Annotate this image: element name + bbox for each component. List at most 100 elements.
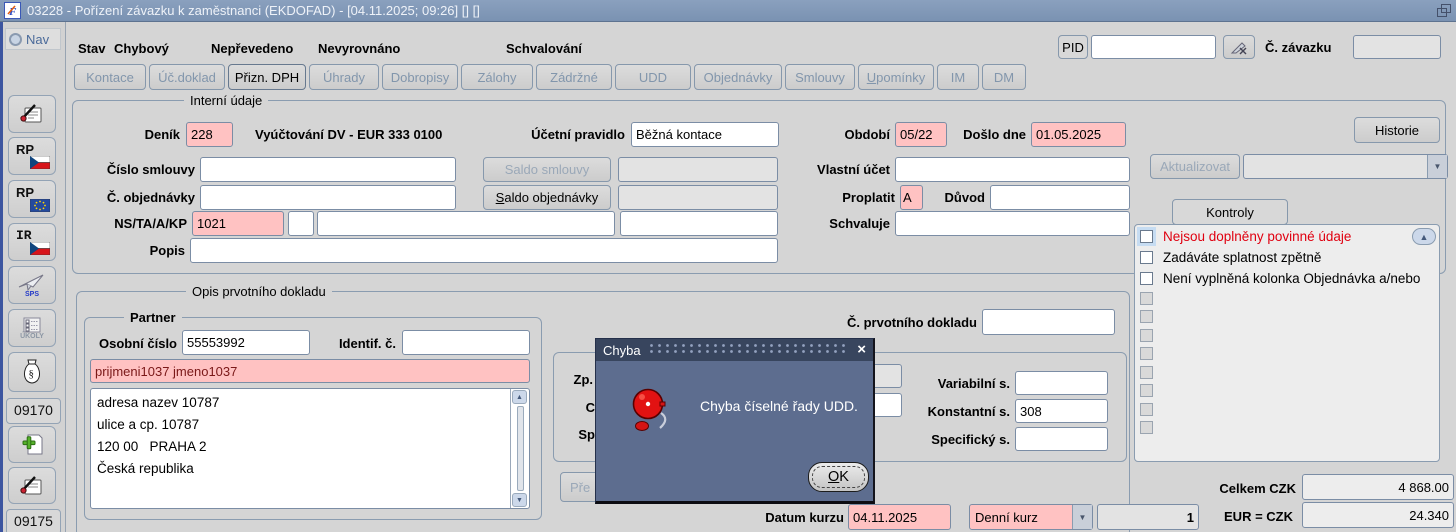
- sps-label: SPS: [24, 290, 39, 298]
- vlastni-ucet-label: Vlastní účet: [817, 162, 890, 177]
- tab-zalohy[interactable]: Zálohy: [461, 64, 533, 90]
- c-objednavky-label: Č. objednávky: [106, 190, 195, 205]
- close-icon[interactable]: ×: [857, 342, 866, 357]
- schvaluje-input[interactable]: [895, 211, 1130, 236]
- proplatit-input[interactable]: [900, 185, 923, 210]
- denik-input[interactable]: [186, 122, 233, 147]
- popis-input[interactable]: [190, 238, 778, 263]
- duvod-input[interactable]: [990, 185, 1130, 210]
- sidebar-rp-eu-button[interactable]: RP: [8, 180, 56, 218]
- saldo-objednavky-button[interactable]: Saldo objednávky: [483, 185, 611, 210]
- variabilni-input[interactable]: [1015, 371, 1108, 395]
- ns-input-2[interactable]: [288, 211, 314, 236]
- vlastni-ucet-input[interactable]: [895, 157, 1130, 182]
- historie-button[interactable]: Historie: [1354, 117, 1440, 143]
- c-objednavky-input[interactable]: [200, 185, 456, 210]
- popis-label: Popis: [149, 243, 185, 258]
- datum-kurzu-input[interactable]: [848, 504, 951, 530]
- tab-uc-doklad[interactable]: Úč.doklad: [149, 64, 225, 90]
- up-arrow-icon: ▲: [516, 394, 523, 401]
- ir-label: IR: [16, 227, 32, 243]
- c-prvotniho-input[interactable]: [982, 309, 1115, 335]
- denik-label: Deník: [144, 127, 180, 142]
- partner-legend: Partner: [124, 310, 182, 325]
- kontroly-header: Kontroly: [1172, 199, 1288, 225]
- zavazek-input: [1353, 35, 1441, 59]
- saldo-objednavky-value: [618, 185, 778, 210]
- osobni-cislo-label: Osobní číslo: [98, 336, 177, 351]
- identif-input[interactable]: [402, 330, 530, 355]
- restore-window-icon[interactable]: [1437, 4, 1451, 17]
- dialog-title-texture: [649, 344, 849, 356]
- ns-label: NS/TA/A/KP: [114, 216, 187, 231]
- czech-flag-icon: [30, 155, 50, 169]
- interni-udaje-legend: Interní údaje: [184, 93, 269, 108]
- sidebar-edit-document-button[interactable]: [8, 467, 56, 504]
- scroll-down-button[interactable]: ▼: [512, 493, 527, 507]
- obdobi-input[interactable]: [895, 122, 947, 147]
- eur-czk-value: [1302, 502, 1454, 528]
- sidebar-code-bottom[interactable]: 09175: [6, 509, 61, 532]
- sidebar-moneybag-button[interactable]: §: [8, 352, 56, 392]
- kontroly-checkbox-empty: [1140, 384, 1153, 397]
- sidebar-ir-cz-button[interactable]: IR: [8, 223, 56, 261]
- tab-dm[interactable]: DM: [982, 64, 1026, 90]
- schvaluje-label: Schvaluje: [829, 216, 890, 231]
- nav-toggle[interactable]: Nav: [5, 28, 61, 50]
- sidebar-note-pen-button[interactable]: [8, 95, 56, 133]
- kontroly-checkbox-2[interactable]: [1140, 251, 1153, 264]
- sidebar-ukoly-button[interactable]: ÚKOLY: [8, 309, 56, 347]
- stav-label: Stav: [78, 41, 106, 56]
- partner-name-input[interactable]: [90, 359, 530, 383]
- error-dialog-titlebar[interactable]: Chyba ×: [596, 339, 873, 361]
- tab-kontace[interactable]: Kontace: [74, 64, 146, 90]
- osobni-cislo-input[interactable]: [182, 330, 310, 355]
- sidebar-code-top[interactable]: 09170: [6, 398, 61, 424]
- tab-uhrady[interactable]: Úhrady: [309, 64, 379, 90]
- tab-dobropisy[interactable]: Dobropisy: [382, 64, 458, 90]
- chevron-down-icon: ▼: [1072, 505, 1092, 529]
- ns-input-4[interactable]: [620, 211, 778, 236]
- sidebar-add-document-button[interactable]: [8, 426, 56, 463]
- konstantni-input[interactable]: [1015, 399, 1108, 423]
- kontroly-checkbox-1[interactable]: [1140, 230, 1153, 243]
- kontroly-checkbox-empty: [1140, 421, 1153, 434]
- chevron-down-icon: ▼: [1427, 155, 1447, 178]
- kontroly-checkbox-empty: [1140, 403, 1153, 416]
- ok-button[interactable]: OK: [808, 462, 869, 492]
- tab-smlouvy[interactable]: Smlouvy: [785, 64, 855, 90]
- ns-input-1[interactable]: [192, 211, 284, 236]
- partner-address-text: adresa nazev 10787 ulice a cp. 10787 120…: [97, 395, 220, 476]
- pid-clear-button[interactable]: [1223, 35, 1255, 59]
- specificky-input[interactable]: [1015, 427, 1108, 451]
- partner-address-box[interactable]: adresa nazev 10787 ulice a cp. 10787 120…: [90, 388, 530, 509]
- kontroly-scroll-up-button[interactable]: ▲: [1412, 228, 1436, 245]
- kurz-type-select[interactable]: Denní kurz ▼: [969, 504, 1093, 530]
- kontroly-checkbox-empty: [1140, 366, 1153, 379]
- sidebar-rp-cz-button[interactable]: RP: [8, 137, 56, 175]
- sidebar-sps-button[interactable]: SPS: [8, 266, 56, 304]
- ns-input-3[interactable]: [317, 211, 615, 236]
- czech-flag-icon: [30, 241, 50, 255]
- tab-zadrzne[interactable]: Zádržné: [536, 64, 612, 90]
- pid-input[interactable]: [1091, 35, 1216, 59]
- celkem-value: [1302, 474, 1454, 500]
- tab-udd[interactable]: UDD: [615, 64, 691, 90]
- window-title: 03228 - Pořízení závazku k zaměstnanci (…: [27, 3, 480, 18]
- tab-im[interactable]: IM: [937, 64, 979, 90]
- cislo-smlouvy-input[interactable]: [200, 157, 456, 182]
- ucetni-pravidlo-input[interactable]: [631, 122, 779, 147]
- tab-objednavky[interactable]: Objednávky: [694, 64, 782, 90]
- proplatit-label: Proplatit: [842, 190, 895, 205]
- scrollbar-thumb[interactable]: [517, 406, 524, 491]
- address-scrollbar[interactable]: ▲ ▼: [510, 389, 529, 508]
- kontroly-checkbox-3[interactable]: [1140, 272, 1153, 285]
- error-message: Chyba číselné řady UDD.: [700, 398, 858, 414]
- scroll-up-button[interactable]: ▲: [512, 390, 527, 404]
- tab-upominky[interactable]: Upomínky: [858, 64, 934, 90]
- tab-prizn-dph[interactable]: Přizn. DPH: [228, 64, 306, 90]
- doslo-dne-input[interactable]: [1031, 122, 1126, 147]
- specificky-label: Specifický s.: [931, 432, 1010, 447]
- svg-text:§: §: [29, 368, 35, 380]
- down-arrow-icon: ▼: [516, 497, 523, 504]
